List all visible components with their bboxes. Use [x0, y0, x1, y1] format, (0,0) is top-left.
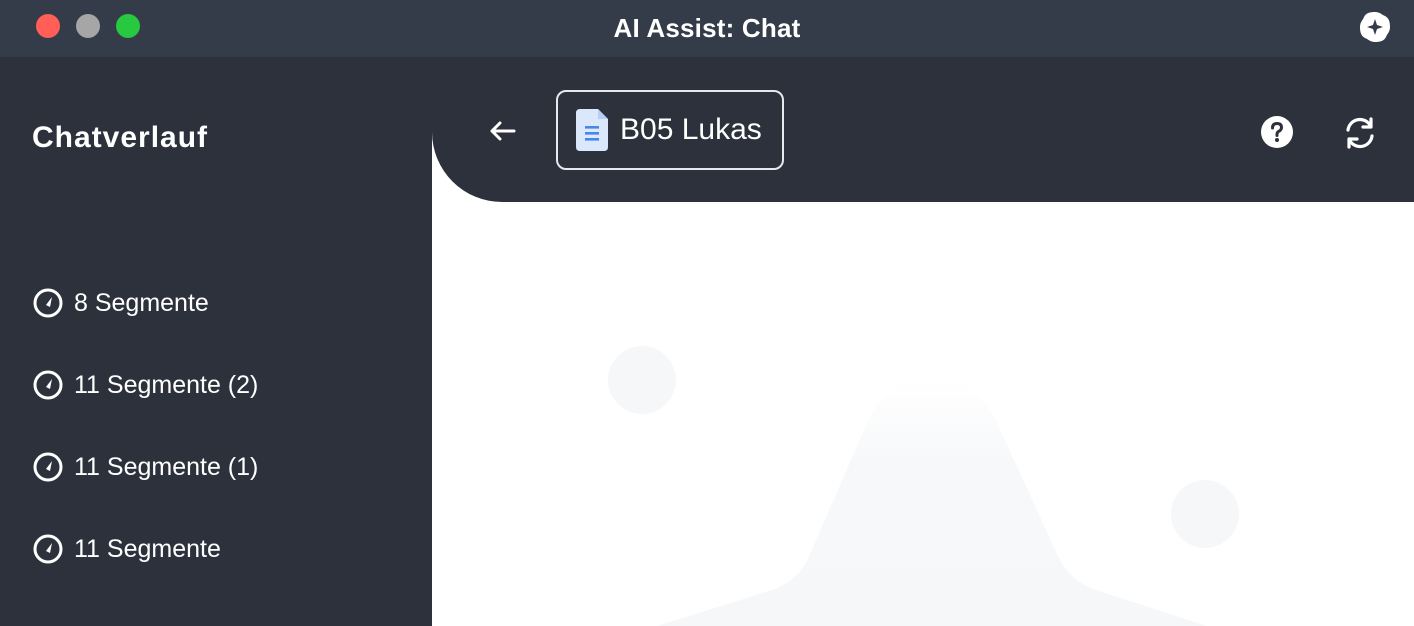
history-item-11-segmente-1[interactable]: 11 Segmente (1) [32, 447, 258, 487]
history-item-label: 11 Segmente [74, 534, 221, 563]
gauge-icon [33, 288, 63, 318]
sidebar: Chatverlauf 8 Segmente 11 Segmente (2) 1… [0, 57, 432, 626]
history-item-11-segmente[interactable]: 11 Segmente [32, 529, 221, 569]
empty-state-illustration [608, 346, 1239, 626]
window-title: AI Assist: Chat [613, 13, 801, 43]
back-arrow-icon[interactable] [484, 113, 520, 149]
chat-header: B05 Lukas [432, 57, 1414, 202]
refresh-icon[interactable] [1342, 115, 1378, 151]
title-bar: AI Assist: Chat [0, 0, 1414, 57]
sidebar-title: Chatverlauf [32, 121, 209, 154]
gauge-icon [33, 452, 63, 482]
history-item-label: 11 Segmente (2) [74, 370, 259, 399]
history-item-11-segmente-2[interactable]: 11 Segmente (2) [32, 365, 258, 405]
app-logo-icon[interactable] [1358, 10, 1392, 44]
gauge-icon [33, 370, 63, 400]
document-selector-button[interactable]: B05 Lukas [556, 90, 784, 170]
gauge-icon [33, 534, 63, 564]
help-icon[interactable] [1260, 115, 1294, 149]
document-icon [576, 109, 608, 151]
history-item-label: 11 Segmente (1) [74, 452, 259, 481]
history-item-8-segmente[interactable]: 8 Segmente [32, 283, 209, 323]
document-name: B05 Lukas [620, 113, 762, 146]
history-item-label: 8 Segmente [74, 288, 209, 317]
